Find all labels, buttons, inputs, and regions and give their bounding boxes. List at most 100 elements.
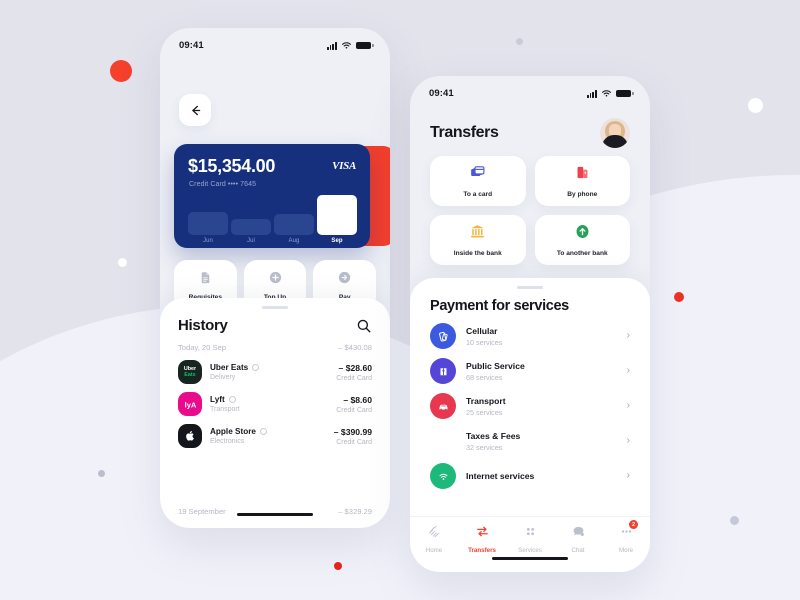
services-list: Cellular 10 services › Public Service 68 ser… xyxy=(410,314,650,489)
history-footer-label: 19 September xyxy=(178,507,226,516)
chevron-right-icon: › xyxy=(626,435,630,446)
status-bar-time: 09:41 xyxy=(179,40,204,51)
phone-cards-icon xyxy=(574,164,591,186)
list-item[interactable]: Taxes & Fees 32 services › xyxy=(410,419,650,454)
chat-bubble-icon xyxy=(571,524,586,544)
status-bar: 09:41 xyxy=(160,28,390,54)
status-bar-time: 09:41 xyxy=(429,88,454,99)
transfers-icon xyxy=(475,524,490,544)
tab-label: Chat xyxy=(571,547,585,554)
table-row[interactable]: Uber Eats Uber Eats Delivery – $28.60 Credit … xyxy=(160,352,390,384)
monthly-spending-bar-chart: Jun Jul Aug Sep xyxy=(188,195,357,244)
info-icon[interactable] xyxy=(228,396,236,403)
car-icon xyxy=(430,393,456,419)
transfer-tile-by-phone[interactable]: By phone xyxy=(534,156,630,206)
service-name: Cellular xyxy=(466,325,498,336)
bar-label: Sep xyxy=(331,238,343,244)
list-item[interactable]: Public Service 68 services › xyxy=(410,349,650,384)
page-title: Transfers xyxy=(430,124,499,141)
history-group-total: – $430.08 xyxy=(338,343,372,352)
grid-dots-icon xyxy=(523,524,538,544)
tab-chat[interactable]: Chat xyxy=(554,524,602,554)
history-group-label: Today, 20 Sep xyxy=(178,343,226,352)
card-balance: $15,354.00 xyxy=(188,156,276,176)
transaction-category: Delivery xyxy=(210,374,236,381)
transaction-name: Lyft xyxy=(210,395,225,404)
info-icon[interactable] xyxy=(252,364,260,371)
back-button[interactable] xyxy=(179,94,211,126)
battery-full-icon xyxy=(356,41,374,50)
home-icon xyxy=(427,524,442,544)
phone-screen-account: 09:41 $15,354.00 Credit Card •••• 7645 V… xyxy=(160,28,390,528)
info-icon[interactable] xyxy=(259,428,267,435)
chevron-right-icon: › xyxy=(626,365,630,376)
avatar[interactable] xyxy=(600,118,630,148)
transaction-name: Uber Eats xyxy=(210,363,249,372)
dot-grey-right-low xyxy=(730,516,739,525)
wifi-round-icon xyxy=(430,463,456,489)
bar-label: Jul xyxy=(247,238,255,244)
service-count: 68 services xyxy=(466,372,503,382)
chart-bar-jul[interactable]: Jul xyxy=(231,219,271,244)
document-icon xyxy=(198,270,213,290)
wifi-icon xyxy=(601,89,612,99)
transaction-amount: – $28.60 xyxy=(338,362,372,373)
history-footer-total: – $329.29 xyxy=(338,507,372,516)
transaction-amount: – $390.99 xyxy=(333,426,372,437)
status-badge: 2 xyxy=(629,520,638,529)
phone-screen-transfers: 09:41 Transfers To a card By phone Inside … xyxy=(410,76,650,572)
card-carousel: $15,354.00 Credit Card •••• 7645 VISA Ju… xyxy=(160,144,390,248)
battery-full-icon xyxy=(616,89,634,98)
svg-text:lyA: lyA xyxy=(184,400,196,409)
coin-icon xyxy=(430,428,456,454)
bar-fill xyxy=(188,211,228,235)
bar-fill xyxy=(274,214,314,235)
transfer-type-grid: To a card By phone Inside the bank To anoth… xyxy=(430,156,630,265)
transfer-tile-inside-the-bank[interactable]: Inside the bank xyxy=(430,215,526,265)
tab-label: Services xyxy=(518,547,542,554)
tab-transfers[interactable]: Transfers xyxy=(458,524,506,554)
dot-red-large-left xyxy=(110,60,132,82)
home-indicator xyxy=(237,512,313,516)
transaction-list: Uber Eats Uber Eats Delivery – $28.60 Credit … xyxy=(160,352,390,448)
table-row[interactable]: lyA Lyft Transport – $8.60 Credit Card xyxy=(160,384,390,416)
list-item[interactable]: Cellular 10 services › xyxy=(410,314,650,349)
search-icon[interactable] xyxy=(356,318,372,334)
arrow-right-circle-icon xyxy=(337,270,352,290)
status-bar: 09:41 xyxy=(410,76,650,102)
card-subtitle: Credit Card •••• 7645 xyxy=(189,181,257,188)
tab-services[interactable]: Services xyxy=(506,524,554,554)
chart-bar-sep[interactable]: Sep xyxy=(317,195,357,244)
primary-credit-card[interactable]: $15,354.00 Credit Card •••• 7645 VISA Ju… xyxy=(174,144,370,248)
service-count: 25 services xyxy=(466,407,503,417)
uber-eats-logo: Uber Eats xyxy=(183,366,197,378)
transaction-source: Credit Card xyxy=(336,406,372,414)
tab-home[interactable]: Home xyxy=(410,524,458,554)
tab-label: Transfers xyxy=(468,547,496,554)
services-panel: Payment for services Cellular 10 services… xyxy=(410,278,650,572)
chart-bar-jun[interactable]: Jun xyxy=(188,211,228,244)
signal-bars-icon xyxy=(326,42,337,50)
chart-bar-aug[interactable]: Aug xyxy=(274,214,314,244)
chevron-right-icon: › xyxy=(626,330,630,341)
list-item[interactable]: Internet services › xyxy=(410,454,650,489)
service-name: Public Service xyxy=(466,360,525,371)
canvas: 09:41 $15,354.00 Credit Card •••• 7645 V… xyxy=(0,0,800,600)
home-indicator xyxy=(492,556,568,560)
cards-stack-icon xyxy=(469,164,486,186)
chevron-right-icon: › xyxy=(626,400,630,411)
dot-grey-left-low xyxy=(98,470,105,477)
transfer-tile-to-a-card[interactable]: To a card xyxy=(430,156,526,206)
transfer-tile-label: By phone xyxy=(567,191,598,198)
bottom-tab-bar: Home Transfers Services Chat More 2 xyxy=(410,516,650,572)
list-item[interactable]: Transport 25 services › xyxy=(410,384,650,419)
table-row[interactable]: Apple Store Electronics – $390.99 Credit Ca… xyxy=(160,416,390,448)
bar-label: Aug xyxy=(288,238,300,244)
dot-red-right-mid xyxy=(674,292,684,302)
tab-more[interactable]: More 2 xyxy=(602,520,650,554)
plus-circle-icon xyxy=(268,270,283,290)
transaction-source: Credit Card xyxy=(336,374,372,382)
transfer-tile-to-another-bank[interactable]: To another bank xyxy=(534,215,630,265)
transfer-tile-label: To another bank xyxy=(556,250,608,257)
merchant-logo: Uber Eats xyxy=(178,360,202,384)
